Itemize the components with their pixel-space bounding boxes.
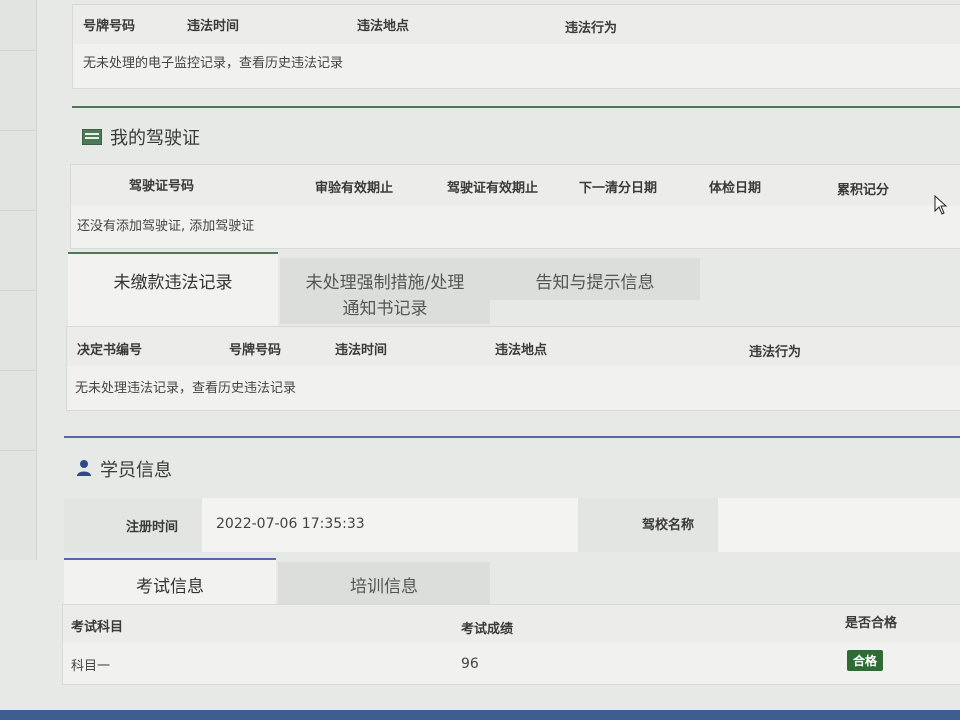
col-violation-behavior: 违法行为	[565, 21, 618, 36]
divider	[0, 450, 36, 451]
tab-unpaid-violations[interactable]: 未缴款违法记录	[68, 252, 278, 326]
record-empty-link[interactable]: 无未处理违法记录，查看历史违法记录	[75, 377, 296, 396]
tab-training-info[interactable]: 培训信息	[278, 562, 490, 604]
reg-time-label-cell: 注册时间	[64, 498, 202, 552]
tab-notices[interactable]: 告知与提示信息	[490, 258, 700, 300]
divider	[0, 50, 36, 51]
exam-score: 96	[461, 656, 479, 672]
school-label-cell: 驾校名称	[578, 498, 718, 552]
tab-label-line2: 通知书记录	[342, 299, 428, 319]
student-info-row: 注册时间 2022-07-06 17:35:33 驾校名称	[64, 498, 960, 552]
school-label: 驾校名称	[642, 518, 695, 533]
record-table-header: 决定书编号 号牌号码 违法时间 违法地点 违法行为	[66, 326, 960, 368]
license-panel-divider	[72, 106, 960, 108]
col-violation-time: 违法时间	[187, 19, 240, 34]
col-violation-time: 违法时间	[335, 343, 388, 358]
student-panel-divider	[64, 436, 960, 438]
divider	[0, 130, 36, 131]
violation-empty-link[interactable]: 无未处理的电子监控记录，查看历史违法记录	[83, 52, 343, 71]
exam-subject: 科目一	[71, 659, 111, 674]
col-next-clear-date: 下一清分日期	[579, 181, 658, 196]
tab-exam-info[interactable]: 考试信息	[64, 558, 276, 606]
table-row: 科目一 96 合格	[62, 642, 960, 685]
col-violation-location: 违法地点	[357, 19, 410, 34]
col-exam-subject: 考试科目	[71, 620, 124, 635]
divider	[0, 210, 36, 211]
tab-label: 培训信息	[350, 577, 418, 597]
bottom-edge	[0, 710, 960, 720]
col-review-expiry: 审验有效期止	[315, 181, 394, 196]
school-value-cell	[718, 498, 960, 552]
col-violation-behavior: 违法行为	[749, 345, 802, 360]
tab-label: 考试信息	[136, 577, 204, 597]
col-exam-score: 考试成绩	[461, 622, 514, 637]
col-exam-passed: 是否合格	[845, 616, 898, 631]
license-table-header: 驾驶证号码 审验有效期止 驾驶证有效期止 下一清分日期 体检日期 累积记分	[70, 164, 960, 208]
mouse-cursor-icon	[934, 195, 948, 215]
col-plate-number: 号牌号码	[229, 343, 282, 358]
col-medical-date: 体检日期	[709, 181, 762, 196]
col-violation-location: 违法地点	[495, 343, 548, 358]
pass-badge: 合格	[847, 650, 884, 671]
id-card-icon	[82, 129, 102, 145]
add-license-link[interactable]: 还没有添加驾驶证, 添加驾驶证	[77, 215, 254, 234]
license-panel-title: 我的驾驶证	[110, 128, 200, 149]
col-license-expiry: 驾驶证有效期止	[447, 181, 539, 196]
record-table-empty-row: 无未处理违法记录，查看历史违法记录	[66, 366, 960, 411]
reg-time-value: 2022-07-06 17:35:33	[216, 516, 365, 532]
tab-unhandled-measures[interactable]: 未处理强制措施/处理 通知书记录	[280, 258, 490, 324]
left-sidebar-fragment	[0, 0, 37, 560]
tab-label-line1: 未处理强制措施/处理	[305, 273, 465, 293]
license-table-empty-row: 还没有添加驾驶证, 添加驾驶证	[70, 206, 960, 249]
divider	[0, 370, 36, 371]
col-accumulated-points: 累积记分	[837, 183, 890, 198]
student-panel-title: 学员信息	[100, 460, 172, 481]
col-decision-number: 决定书编号	[77, 343, 143, 358]
violation-table-empty-row: 无未处理的电子监控记录，查看历史违法记录	[72, 44, 960, 89]
divider	[0, 290, 36, 291]
tab-label: 未缴款违法记录	[113, 273, 233, 293]
tab-label: 告知与提示信息	[535, 273, 655, 293]
col-plate-number: 号牌号码	[83, 19, 136, 34]
user-icon	[77, 460, 91, 476]
violation-table-header: 号牌号码 违法时间 违法地点 违法行为	[72, 4, 960, 46]
col-license-number: 驾驶证号码	[129, 179, 195, 194]
reg-time-label: 注册时间	[126, 520, 179, 535]
reg-time-value-cell: 2022-07-06 17:35:33	[202, 498, 578, 552]
exam-table-header: 考试科目 考试成绩 是否合格	[62, 604, 960, 644]
